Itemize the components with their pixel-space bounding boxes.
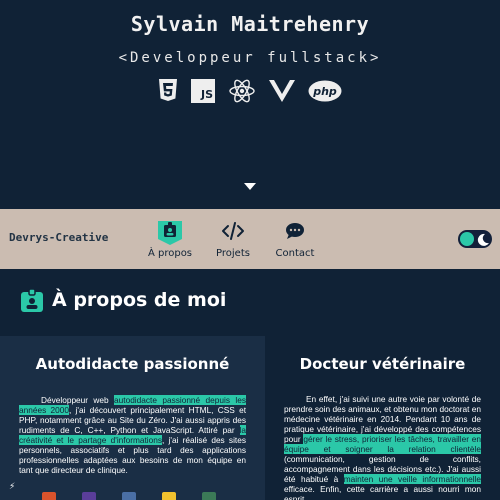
brand-logo[interactable]: Devrys-Creative <box>9 231 108 244</box>
php-icon <box>122 492 136 500</box>
nav-item-contact[interactable]: Contact <box>265 218 325 264</box>
card-veterinarian: Docteur vétérinaire En effet, j'ai suivi… <box>265 336 500 500</box>
highlight: gérer le stress, prioriser les tâches, t… <box>284 434 481 454</box>
id-badge-icon <box>140 218 200 245</box>
javascript-icon <box>162 492 176 500</box>
highlight: mainten une veille informationnelle <box>343 474 481 484</box>
php-icon: php <box>308 79 342 103</box>
card-title: Autodidacte passionné <box>35 355 230 373</box>
hero-header: Sylvain Maitrehenry <Developpeur fullsta… <box>0 0 500 209</box>
hero-name: Sylvain Maitrehenry <box>130 12 370 36</box>
scroll-down-icon[interactable] <box>244 183 256 190</box>
section-title: À propos de moi <box>52 289 227 311</box>
python-icon <box>202 492 216 500</box>
navbar: Devrys-Creative À propos Projets Contact <box>0 209 500 269</box>
code-icon <box>203 218 263 244</box>
nav-item-about[interactable]: À propos <box>140 218 200 264</box>
html5-icon <box>42 492 56 500</box>
css-icon <box>82 492 96 500</box>
javascript-icon: JS <box>191 79 215 103</box>
hero-role: <Developpeur fullstack> <box>118 50 382 66</box>
vue-icon <box>269 79 295 103</box>
card-autodidact: Autodidacte passionné Développeur web au… <box>0 336 265 500</box>
toggle-knob <box>460 232 474 246</box>
nav-label-projects: Projets <box>216 248 250 259</box>
card-title: Docteur vétérinaire <box>299 355 466 373</box>
nav-item-projects[interactable]: Projets <box>203 218 263 264</box>
chat-icon <box>265 218 325 244</box>
tech-stack: JS php <box>158 78 355 104</box>
theme-toggle[interactable] <box>458 230 492 248</box>
card-text: En effet, j'ai suivi une autre voie par … <box>284 394 481 500</box>
moon-icon <box>477 232 490 251</box>
id-badge-icon <box>20 288 44 317</box>
php-label: php <box>312 85 337 98</box>
skill-icons-row <box>0 492 265 500</box>
nav-label-about: À propos <box>147 248 193 259</box>
html5-icon <box>158 79 178 103</box>
nav-label-contact: Contact <box>275 248 315 259</box>
about-section-header: À propos de moi <box>0 269 500 336</box>
react-icon <box>228 79 256 103</box>
lightning-icon: ⚡ <box>9 482 16 492</box>
card-text: Développeur web autodidacte passionné de… <box>19 395 246 475</box>
